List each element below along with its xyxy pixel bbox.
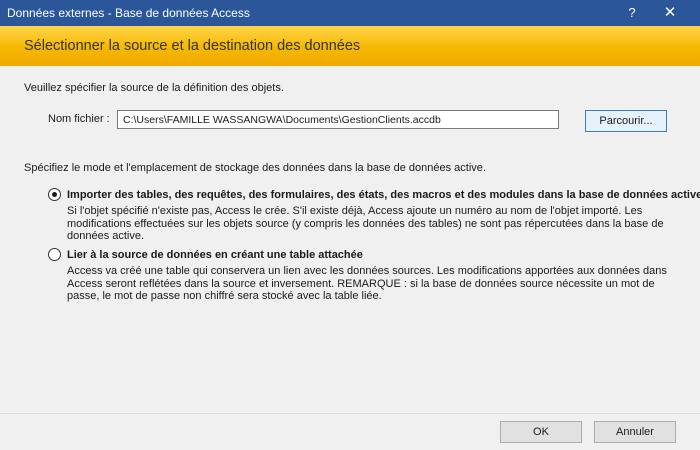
description-line: Si l'objet spécifié n'existe pas, Access… <box>67 205 643 217</box>
mode-instruction: Spécifiez le mode et l'emplacement de st… <box>24 162 486 174</box>
source-instruction: Veuillez spécifier la source de la défin… <box>24 82 284 94</box>
description-line: Access seront reflétées dans la source e… <box>67 277 655 290</box>
import-radio[interactable] <box>48 188 61 201</box>
description-line: données active. <box>67 230 145 242</box>
import-dialog: Données externes - Base de données Acces… <box>0 0 700 450</box>
description-line: Access va créé une table qui conservera … <box>67 265 667 277</box>
header-band: Sélectionner la source et la destination… <box>0 26 700 66</box>
page-title: Sélectionner la source et la destination… <box>24 38 361 54</box>
link-option-description: Access va créé une table qui conservera … <box>67 265 667 303</box>
title-bar: Données externes - Base de données Acces… <box>0 0 700 26</box>
browse-button[interactable]: Parcourir... <box>585 110 667 132</box>
description-line: modifications effectuées sur les objets … <box>67 217 664 230</box>
help-button[interactable]: ? <box>620 3 644 23</box>
description-line: passe, le mot de passe non chiffré sera … <box>67 290 382 302</box>
close-button[interactable]: ✕ <box>655 3 685 23</box>
cancel-button[interactable]: Annuler <box>594 421 676 443</box>
ok-button[interactable]: OK <box>500 421 582 443</box>
link-option-label[interactable]: Lier à la source de données en créant un… <box>67 249 363 261</box>
file-name-label: Nom fichier : <box>48 113 110 125</box>
link-radio[interactable] <box>48 248 61 261</box>
file-name-input[interactable] <box>117 110 559 129</box>
import-option-label[interactable]: Importer des tables, des requêtes, des f… <box>67 189 700 201</box>
window-title: Données externes - Base de données Acces… <box>7 6 250 20</box>
import-option-description: Si l'objet spécifié n'existe pas, Access… <box>67 205 664 243</box>
